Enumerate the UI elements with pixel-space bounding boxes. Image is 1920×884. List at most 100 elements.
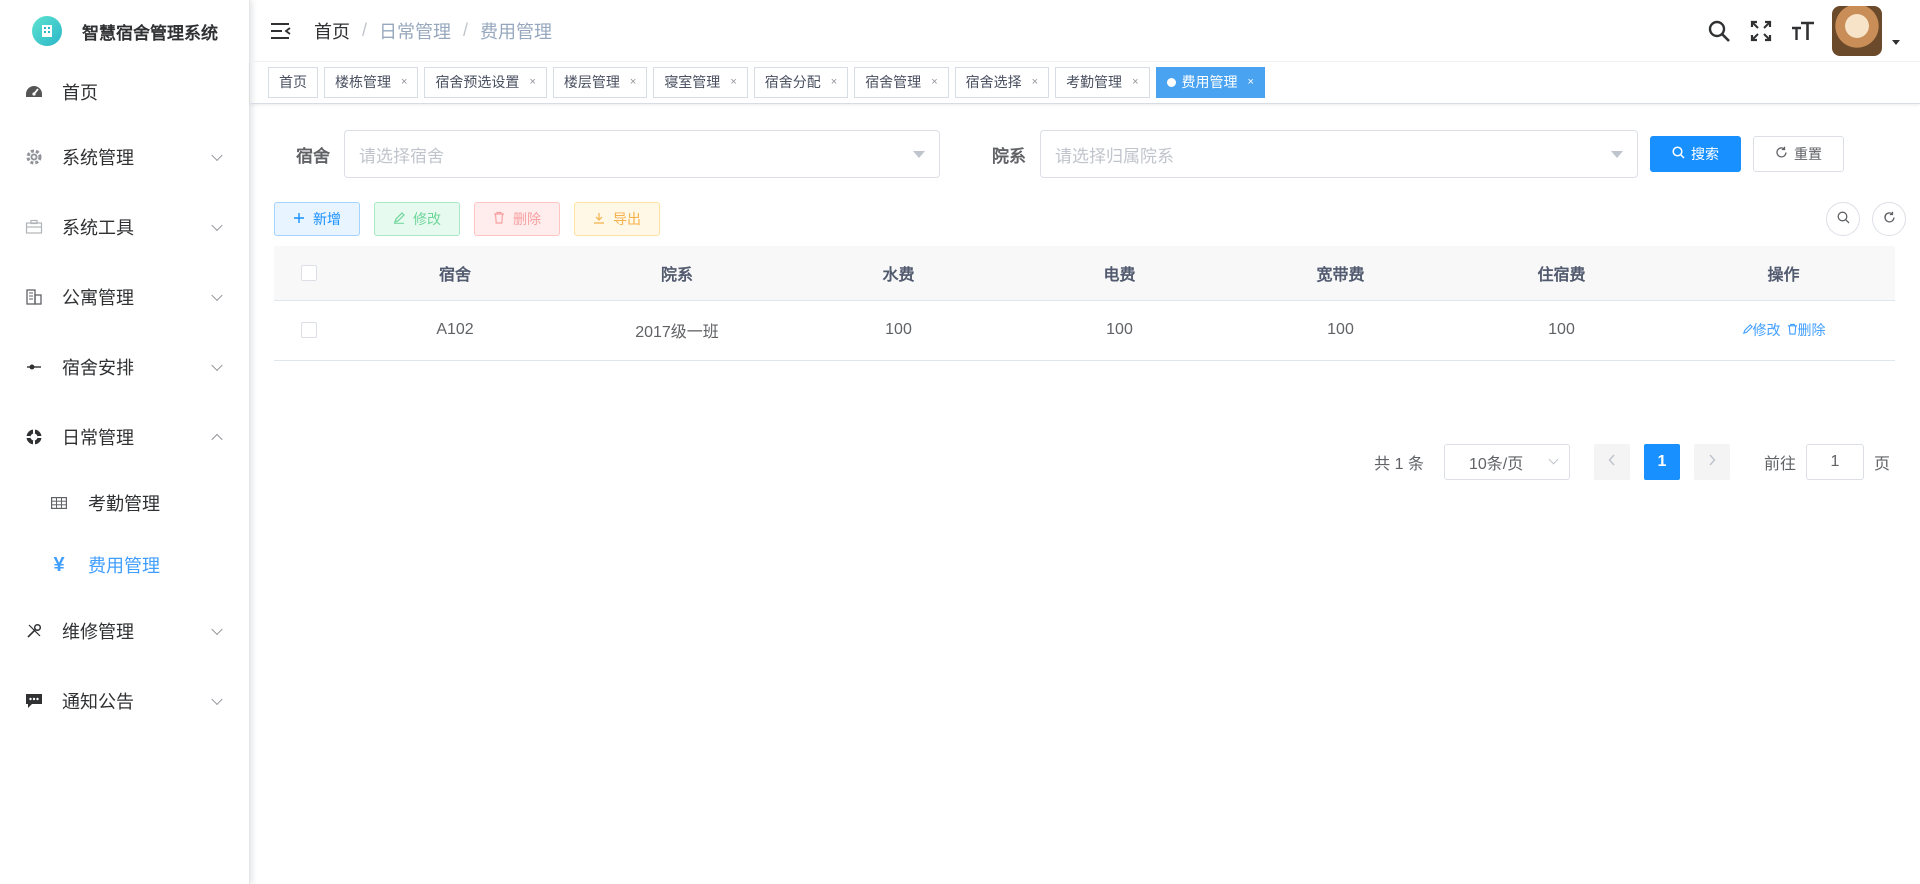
delete-button[interactable]: 删除 xyxy=(474,202,560,236)
sidebar-subitem-label: 费用管理 xyxy=(88,556,160,576)
message-icon xyxy=(24,691,44,711)
tag-floor[interactable]: 楼层管理 × xyxy=(552,67,648,98)
switch-icon xyxy=(24,357,44,377)
breadcrumb-separator: / xyxy=(463,20,469,40)
dept-select-placeholder: 请选择归属院系 xyxy=(1055,146,1174,166)
logo-icon xyxy=(32,16,62,46)
goto-suffix: 页 xyxy=(1873,456,1890,473)
dept-select[interactable]: 请选择归属院系 xyxy=(1040,130,1638,178)
tag-preselect[interactable]: 宿舍预选设置 × xyxy=(424,67,547,98)
dorm-select[interactable]: 请选择宿舍 xyxy=(344,130,940,178)
building-icon xyxy=(24,287,44,307)
page-size-select[interactable]: 10条/页 xyxy=(1443,444,1570,480)
gear-icon xyxy=(24,147,44,167)
sidebar-item-dorm-arrangement[interactable]: 宿舍安排 xyxy=(0,332,249,402)
close-icon[interactable]: × xyxy=(1032,68,1038,97)
chevron-down-icon xyxy=(211,289,223,302)
refresh-button[interactable] xyxy=(1872,202,1906,236)
tag-building[interactable]: 楼栋管理 × xyxy=(324,67,419,98)
column-header: 住宿费 xyxy=(1451,246,1672,301)
download-icon xyxy=(593,211,605,227)
close-icon[interactable]: × xyxy=(529,68,535,97)
dashboard-icon xyxy=(24,82,44,102)
row-checkbox[interactable] xyxy=(301,321,317,338)
close-icon[interactable]: × xyxy=(401,68,407,97)
tag-home[interactable]: 首页 xyxy=(268,67,318,98)
close-icon[interactable]: × xyxy=(931,68,937,97)
search-button[interactable]: 搜索 xyxy=(1650,136,1741,172)
tag-label: 首页 xyxy=(279,74,307,90)
tag-dorm-select[interactable]: 宿舍选择 × xyxy=(954,67,1050,98)
caret-down-icon xyxy=(913,151,925,158)
add-button[interactable]: 新增 xyxy=(274,202,360,236)
export-button[interactable]: 导出 xyxy=(574,202,660,236)
sidebar-item-apartment[interactable]: 公寓管理 xyxy=(0,262,249,332)
tag-bedroom[interactable]: 寝室管理 × xyxy=(653,67,748,98)
cell-dept: 2017级一班 xyxy=(566,300,788,361)
sidebar-subitem-fees[interactable]: ¥ 费用管理 xyxy=(0,534,249,596)
column-header: 电费 xyxy=(1009,246,1230,301)
tag-allocation[interactable]: 宿舍分配 × xyxy=(753,67,849,98)
sidebar-item-daily-management[interactable]: 日常管理 xyxy=(0,402,249,472)
close-icon[interactable]: × xyxy=(630,68,636,97)
close-icon[interactable]: × xyxy=(831,68,837,97)
sidebar-item-label: 公寓管理 xyxy=(62,288,134,308)
sidebar-subitem-label: 考勤管理 xyxy=(88,494,160,514)
search-icon[interactable] xyxy=(1704,16,1734,46)
edit-button[interactable]: 修改 xyxy=(374,202,460,236)
sidebar-item-repair[interactable]: 维修管理 xyxy=(0,596,249,666)
pagination: 共 1 条 10条/页 1 前往 1 页 xyxy=(1374,444,1890,480)
font-size-icon[interactable] xyxy=(1788,16,1818,46)
edit-icon xyxy=(1742,322,1753,338)
toggle-search-button[interactable] xyxy=(1826,202,1860,236)
chevron-right-icon xyxy=(1708,453,1716,471)
sidebar-item-home[interactable]: 首页 xyxy=(0,62,249,122)
sidebar-subitem-attendance[interactable]: 考勤管理 xyxy=(0,472,249,534)
edit-icon xyxy=(393,211,405,227)
sidebar-item-system-tools[interactable]: 系统工具 xyxy=(0,192,249,262)
fullscreen-icon[interactable] xyxy=(1746,16,1776,46)
cell-broadband: 100 xyxy=(1230,300,1451,361)
fee-table: 宿舍 院系 水费 电费 宽带费 住宿费 操作 A102 2017级一班 100 … xyxy=(274,246,1895,361)
sidebar-item-notices[interactable]: 通知公告 xyxy=(0,666,249,736)
select-all-checkbox[interactable] xyxy=(301,264,317,281)
page-content: 宿舍 请选择宿舍 院系 请选择归属院系 搜索 重置 新增 修改 删除 导出 宿舍… xyxy=(250,104,1920,480)
dept-label: 院系 xyxy=(992,146,1026,166)
page-number-current[interactable]: 1 xyxy=(1643,444,1680,480)
row-delete-link[interactable]: 删除 xyxy=(1787,322,1826,338)
sidebar: 智慧宿舍管理系统 首页 系统管理 系统工具 公寓管理 宿舍安排 日常管理 考勤管… xyxy=(0,0,250,884)
breadcrumb-item-home[interactable]: 首页 xyxy=(314,18,350,44)
lifebuoy-icon xyxy=(24,427,44,447)
sidebar-item-system-admin[interactable]: 系统管理 xyxy=(0,122,249,192)
tag-attendance[interactable]: 考勤管理 × xyxy=(1055,67,1150,98)
table-header-row: 宿舍 院系 水费 电费 宽带费 住宿费 操作 xyxy=(274,246,1895,301)
close-icon[interactable]: × xyxy=(1248,68,1254,97)
reset-button[interactable]: 重置 xyxy=(1753,136,1844,172)
sidebar-toggle-icon[interactable] xyxy=(270,20,292,42)
yen-icon: ¥ xyxy=(53,553,65,576)
close-icon[interactable]: × xyxy=(1132,68,1138,97)
column-header: 水费 xyxy=(788,246,1009,301)
close-icon[interactable]: × xyxy=(730,68,736,97)
cell-lodging: 100 xyxy=(1451,300,1672,361)
row-edit-link[interactable]: 修改 xyxy=(1742,322,1781,338)
tag-dorm[interactable]: 宿舍管理 × xyxy=(854,67,949,98)
chevron-up-icon xyxy=(211,433,223,446)
chevron-down-icon xyxy=(211,149,223,162)
caret-down-icon[interactable] xyxy=(1892,39,1900,45)
tags-view: 首页 楼栋管理 × 宿舍预选设置 × 楼层管理 × 寝室管理 × 宿舍分配 × 宿舍管理 ×… xyxy=(250,62,1920,104)
cell-water: 100 xyxy=(788,300,1009,361)
caret-down-icon xyxy=(1611,151,1623,158)
refresh-icon xyxy=(1775,146,1788,162)
tag-label: 费用管理 xyxy=(1181,74,1238,90)
avatar[interactable] xyxy=(1832,6,1882,56)
breadcrumb: 首页 / 日常管理 / 费用管理 xyxy=(314,18,552,44)
next-page-button[interactable] xyxy=(1693,444,1730,480)
tag-fees-active[interactable]: 费用管理 × xyxy=(1155,67,1265,98)
tag-label: 考勤管理 xyxy=(1066,74,1123,90)
goto-page-input[interactable]: 1 xyxy=(1805,444,1864,480)
chevron-left-icon xyxy=(1608,453,1616,471)
row-select-cell xyxy=(274,300,344,361)
prev-page-button[interactable] xyxy=(1593,444,1630,480)
app-logo[interactable]: 智慧宿舍管理系统 xyxy=(0,0,249,62)
